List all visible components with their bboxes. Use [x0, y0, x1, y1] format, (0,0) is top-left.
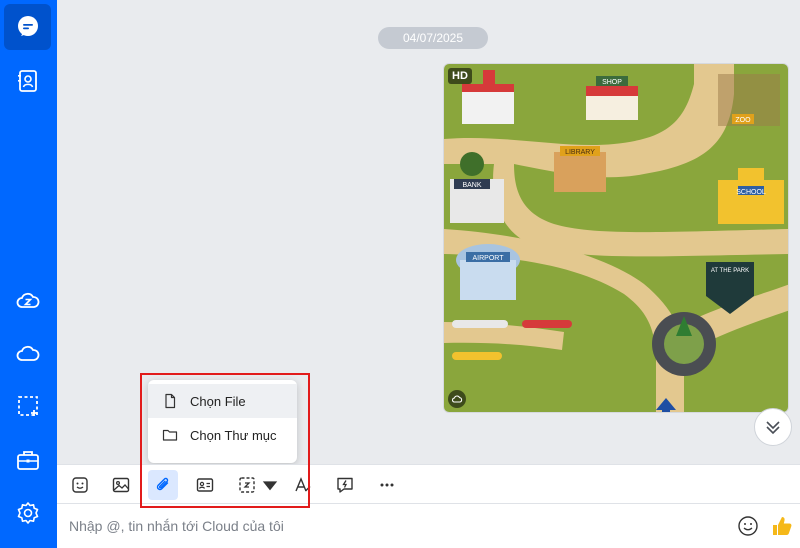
send-image-button[interactable]: [106, 470, 136, 500]
caret-down-icon: [262, 481, 278, 491]
quick-message-button[interactable]: [330, 470, 360, 500]
sidebar: [0, 0, 57, 548]
sidebar-item-zcloud[interactable]: [4, 278, 51, 324]
message-input[interactable]: [69, 514, 709, 538]
message-composer: [57, 504, 800, 548]
text-format-icon: [295, 477, 311, 492]
briefcase-icon: [16, 451, 39, 470]
contacts-icon: [17, 70, 37, 92]
sidebar-item-messages[interactable]: [4, 4, 51, 50]
sidebar-item-settings[interactable]: [4, 490, 51, 536]
menu-item-label: Chọn Thư mục: [190, 427, 277, 443]
library-label: LIBRARY: [565, 149, 595, 156]
menu-item-choose-folder[interactable]: Chọn Thư mục: [148, 418, 297, 452]
sidebar-item-cloud[interactable]: [4, 331, 51, 377]
attachment-icon: [156, 477, 169, 491]
sidebar-item-screenshot[interactable]: [4, 383, 51, 429]
quick-message-icon: [337, 477, 353, 493]
screenshot-icon: [17, 396, 38, 416]
screenshot-button[interactable]: [232, 470, 262, 500]
image-message[interactable]: SHOP ZOO LIBRARY BANK SCHOOL AIRPORT AT …: [443, 63, 789, 413]
park-label: AT THE PARK: [711, 268, 749, 274]
image-icon: [112, 477, 130, 493]
chat-icon: [17, 16, 38, 36]
hd-badge: HD: [448, 68, 472, 84]
menu-item-choose-file[interactable]: Chọn File: [148, 384, 297, 418]
more-options-button[interactable]: [372, 470, 402, 500]
shop-label: SHOP: [602, 79, 622, 86]
airport-building: AIRPORT: [456, 244, 520, 300]
send-contact-card-button[interactable]: [190, 470, 220, 500]
date-separator: 04/07/2025: [378, 27, 488, 49]
sticker-icon: [72, 477, 88, 493]
library-building: LIBRARY: [554, 146, 606, 192]
screenshot-options-dropdown[interactable]: [261, 470, 279, 500]
school-label: SCHOOL: [736, 189, 766, 196]
sidebar-item-contacts[interactable]: [4, 58, 51, 104]
folder-icon: [162, 429, 178, 441]
emoji-icon[interactable]: [737, 515, 759, 537]
sidebar-item-tools[interactable]: [4, 437, 51, 483]
attach-menu: Chọn File Chọn Thư mục: [148, 380, 297, 463]
sticker-button[interactable]: [65, 470, 95, 500]
town-map-image: SHOP ZOO LIBRARY BANK SCHOOL AIRPORT AT …: [444, 64, 788, 412]
cloud-badge-icon: [448, 390, 466, 408]
thumbs-up-icon[interactable]: [770, 514, 794, 538]
scroll-to-bottom-button[interactable]: [754, 408, 792, 446]
zcloud-icon: [16, 292, 39, 308]
attach-file-button[interactable]: [148, 470, 178, 500]
airport-label: AIRPORT: [473, 255, 505, 262]
more-icon: [380, 483, 394, 487]
contact-card-icon: [196, 478, 214, 492]
screenshot-icon: [239, 477, 255, 493]
menu-item-label: Chọn File: [190, 393, 246, 409]
double-chevron-down-icon: [766, 421, 780, 435]
cloud-icon: [16, 345, 39, 361]
settings-icon: [17, 502, 38, 524]
zoo-area: ZOO: [718, 74, 780, 126]
bank-label: BANK: [462, 182, 481, 189]
composer-toolbar: [57, 464, 800, 504]
zoo-label: ZOO: [735, 117, 751, 124]
file-icon: [165, 393, 176, 409]
text-format-button[interactable]: [288, 470, 318, 500]
